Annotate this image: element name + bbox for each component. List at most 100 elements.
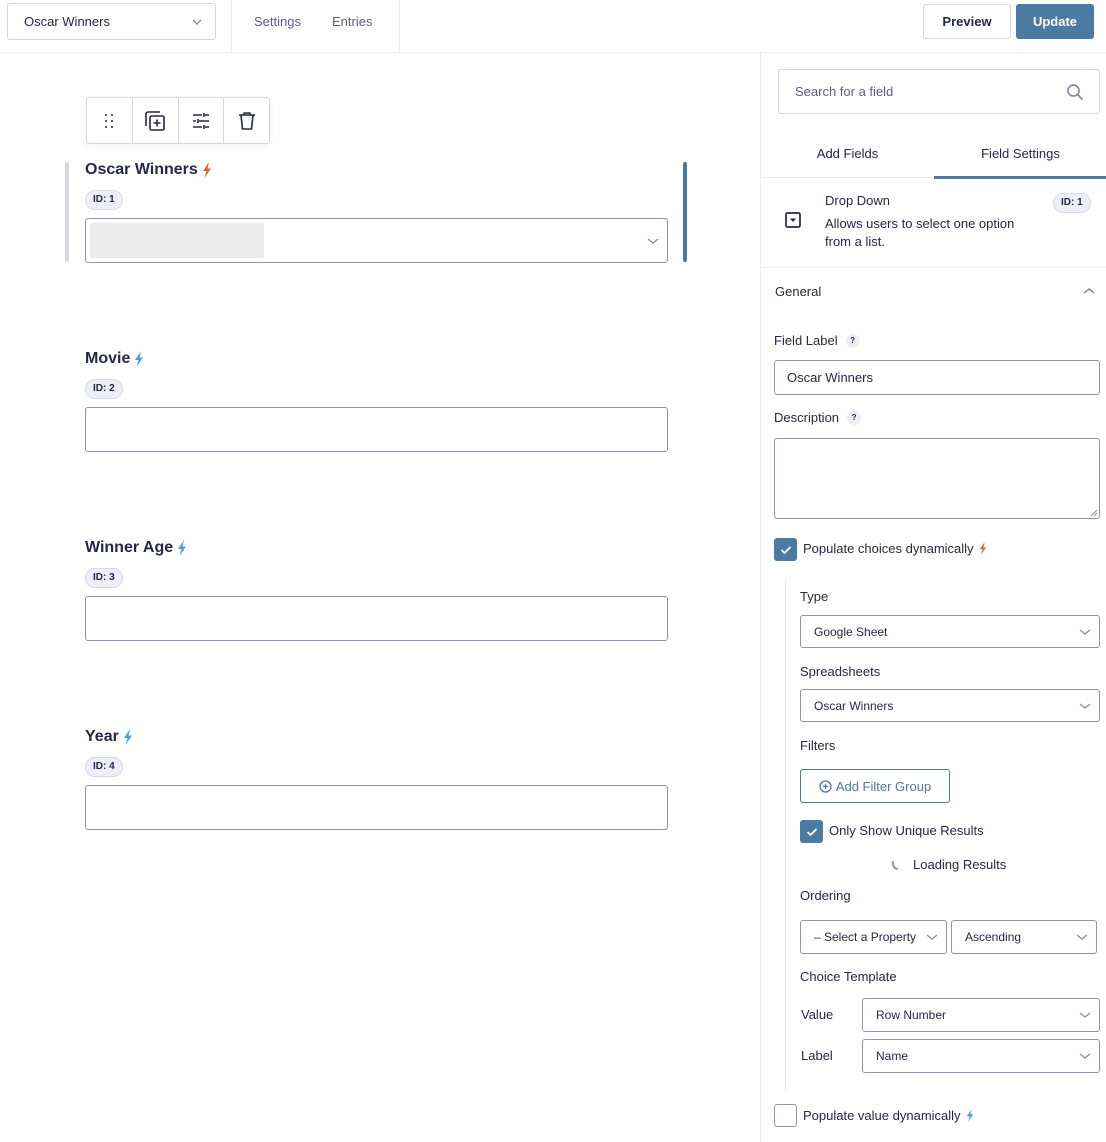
tab-field-settings[interactable]: Field Settings bbox=[934, 137, 1106, 179]
populate-choices-label: Populate choices dynamically bbox=[803, 541, 974, 556]
choice-label-value: Name bbox=[876, 1049, 909, 1063]
form-field-year[interactable]: Year ID: 4 bbox=[85, 727, 668, 830]
field-label-label: Field Label bbox=[774, 333, 838, 348]
chevron-down-icon bbox=[647, 238, 659, 244]
preview-button[interactable]: Preview bbox=[923, 4, 1011, 39]
general-section-heading[interactable]: General bbox=[775, 284, 821, 299]
search-icon bbox=[1067, 84, 1084, 101]
lightning-bolt-icon bbox=[202, 162, 211, 178]
field-selection-indicator bbox=[65, 162, 69, 262]
spreadsheets-label: Spreadsheets bbox=[800, 664, 881, 679]
ordering-direction-select[interactable]: Ascending bbox=[951, 920, 1097, 954]
ordering-property-value: – Select a Property bbox=[814, 930, 917, 944]
plus-circle-icon bbox=[819, 779, 832, 793]
top-bar: Oscar Winners Settings Entries Preview U… bbox=[0, 0, 1106, 53]
drag-handle-button[interactable] bbox=[87, 98, 133, 143]
lightning-bolt-icon bbox=[966, 1109, 973, 1122]
chevron-down-icon bbox=[1079, 702, 1091, 709]
id-badge: ID: 1 bbox=[1053, 193, 1091, 213]
field-label-value: Oscar Winners bbox=[787, 370, 873, 385]
spinner-icon bbox=[891, 860, 898, 870]
field-text-input[interactable] bbox=[85, 407, 668, 452]
checkmark-icon bbox=[806, 827, 817, 836]
field-label-input[interactable]: Oscar Winners bbox=[774, 360, 1100, 395]
populate-choices-checkbox[interactable] bbox=[774, 538, 797, 561]
id-badge: ID: 1 bbox=[85, 190, 123, 210]
ordering-label: Ordering bbox=[800, 888, 851, 903]
form-selector[interactable]: Oscar Winners bbox=[7, 3, 216, 40]
choice-label-label: Label bbox=[801, 1048, 833, 1063]
form-field-winner-age[interactable]: Winner Age ID: 3 bbox=[85, 538, 668, 641]
unique-results-checkbox[interactable] bbox=[800, 820, 823, 843]
type-select[interactable]: Google Sheet bbox=[800, 615, 1100, 648]
form-field-movie[interactable]: Movie ID: 2 bbox=[85, 349, 668, 452]
populate-value-label: Populate value dynamically bbox=[803, 1108, 961, 1123]
field-type-description: Allows users to select one option from a… bbox=[825, 216, 1015, 249]
spreadsheets-select-value: Oscar Winners bbox=[814, 698, 894, 713]
loading-indicator: Loading Results bbox=[891, 857, 1006, 872]
field-select-preview[interactable] bbox=[85, 218, 668, 263]
nav-entries[interactable]: Entries bbox=[332, 14, 372, 29]
form-field-oscar-winners[interactable]: Oscar Winners ID: 1 bbox=[85, 160, 668, 263]
trash-icon bbox=[238, 111, 255, 130]
dropdown-field-icon bbox=[785, 212, 801, 228]
nav-divider bbox=[399, 0, 400, 52]
field-label: Year bbox=[85, 728, 119, 745]
drag-handle-icon bbox=[105, 113, 114, 128]
chevron-down-icon bbox=[1079, 1012, 1091, 1018]
tab-add-fields[interactable]: Add Fields bbox=[761, 137, 934, 177]
id-badge: ID: 4 bbox=[85, 757, 123, 777]
sidebar-tabs: Add Fields Field Settings bbox=[761, 137, 1106, 179]
type-label: Type bbox=[800, 589, 829, 604]
resize-grip-icon[interactable] bbox=[1090, 509, 1098, 517]
field-text-input[interactable] bbox=[85, 596, 668, 641]
lightning-bolt-icon bbox=[178, 540, 187, 556]
chevron-up-icon[interactable] bbox=[1082, 286, 1096, 296]
type-select-value: Google Sheet bbox=[814, 624, 888, 639]
id-badge: ID: 3 bbox=[85, 568, 123, 588]
spreadsheets-select[interactable]: Oscar Winners bbox=[800, 689, 1100, 722]
search-field-input[interactable]: Search for a field bbox=[778, 69, 1100, 114]
choice-template-label: Choice Template bbox=[800, 969, 897, 984]
id-badge: ID: 2 bbox=[85, 379, 123, 399]
chevron-down-icon bbox=[192, 19, 202, 25]
help-icon[interactable]: ? bbox=[845, 333, 860, 348]
ordering-property-select[interactable]: – Select a Property bbox=[800, 920, 947, 954]
form-editor: Oscar Winners ID: 1 Movie ID: 2 Winner A… bbox=[0, 53, 760, 1142]
nav-settings[interactable]: Settings bbox=[254, 14, 301, 29]
nested-settings-rule bbox=[785, 578, 786, 1090]
choice-value-select[interactable]: Row Number bbox=[862, 998, 1100, 1032]
add-filter-group-label: Add Filter Group bbox=[835, 778, 932, 794]
delete-field-button[interactable] bbox=[224, 98, 269, 143]
field-label: Movie bbox=[85, 350, 131, 367]
filters-label: Filters bbox=[800, 738, 836, 753]
field-settings-button[interactable] bbox=[179, 98, 225, 143]
field-label: Winner Age bbox=[85, 539, 174, 556]
search-placeholder: Search for a field bbox=[795, 84, 894, 99]
field-toolbar bbox=[86, 97, 270, 144]
chevron-down-icon bbox=[926, 934, 938, 940]
choice-label-select[interactable]: Name bbox=[862, 1039, 1100, 1073]
checkmark-icon bbox=[780, 545, 791, 554]
settings-sliders-icon bbox=[192, 112, 209, 129]
field-text-input[interactable] bbox=[85, 785, 668, 830]
description-label: Description bbox=[774, 410, 840, 425]
field-label: Oscar Winners bbox=[85, 161, 198, 178]
lightning-bolt-icon bbox=[979, 542, 986, 555]
lightning-bolt-icon bbox=[135, 351, 144, 367]
duplicate-field-button[interactable] bbox=[133, 98, 179, 143]
field-type-title: Drop Down bbox=[825, 193, 891, 208]
nav-divider bbox=[231, 0, 232, 52]
description-textarea[interactable] bbox=[774, 438, 1100, 519]
field-selection-indicator bbox=[683, 162, 687, 262]
choice-value-label: Value bbox=[801, 1007, 834, 1022]
add-filter-group-button[interactable]: Add Filter Group bbox=[800, 769, 950, 803]
field-type-info: Drop Down Allows users to select one opt… bbox=[761, 178, 1106, 268]
form-selector-value: Oscar Winners bbox=[24, 14, 110, 29]
loading-text: Loading Results bbox=[913, 857, 1007, 872]
update-button[interactable]: Update bbox=[1016, 4, 1094, 39]
populate-value-checkbox[interactable] bbox=[774, 1104, 797, 1127]
duplicate-icon bbox=[145, 110, 165, 131]
chevron-down-icon bbox=[1079, 628, 1091, 635]
help-icon[interactable]: ? bbox=[847, 410, 862, 425]
